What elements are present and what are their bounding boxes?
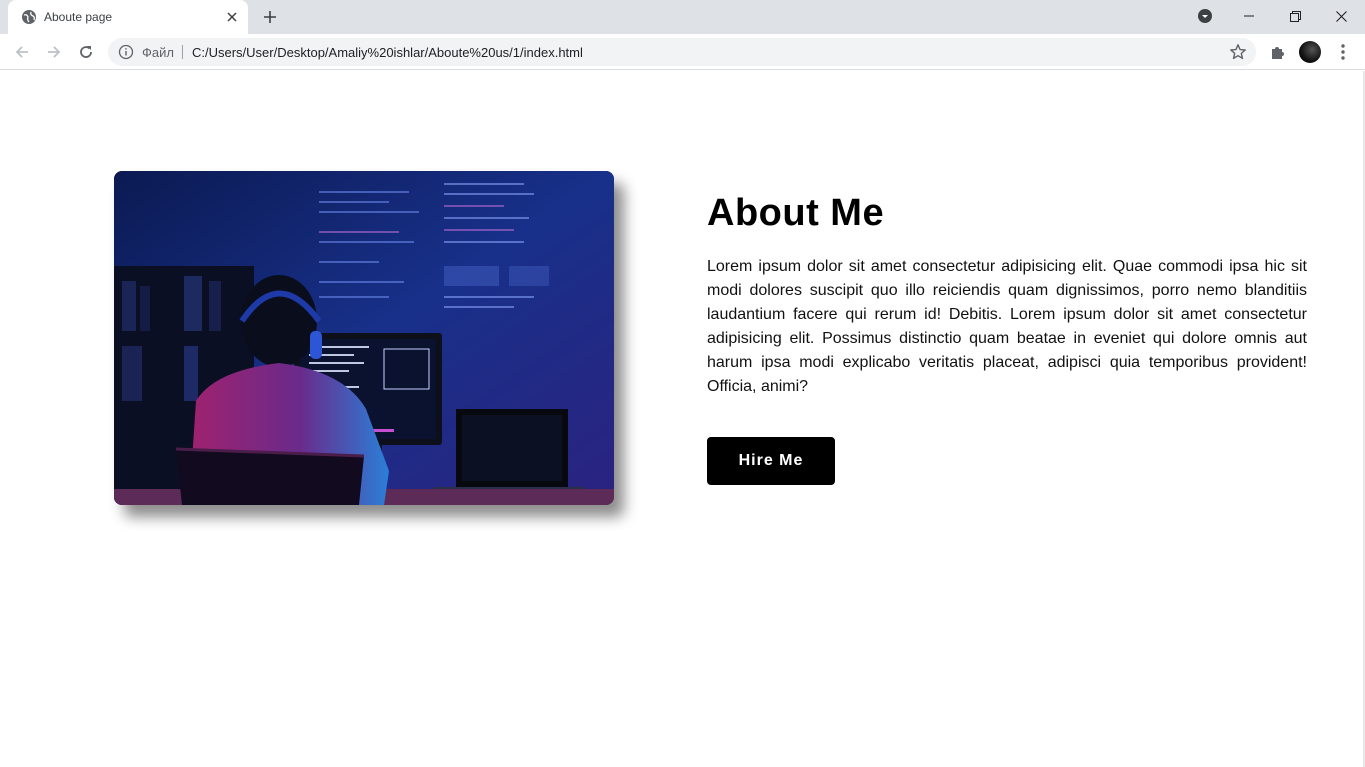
tab-strip: Aboute page <box>0 0 1365 34</box>
back-arrow-icon[interactable] <box>10 40 34 64</box>
photo-illustration <box>114 171 614 505</box>
extensions-puzzle-icon[interactable] <box>1268 42 1288 62</box>
close-window-icon[interactable] <box>1318 0 1364 32</box>
browser-tab[interactable]: Aboute page <box>8 0 248 34</box>
minimize-icon[interactable] <box>1226 0 1272 32</box>
restore-icon[interactable] <box>1272 0 1318 32</box>
browser-toolbar: Файл C:/Users/User/Desktop/Amaliy%20ishl… <box>0 34 1365 70</box>
forward-arrow-icon[interactable] <box>42 40 66 64</box>
tab-title: Aboute page <box>44 10 113 24</box>
developer-photo <box>114 171 614 505</box>
bookmark-star-icon[interactable] <box>1229 43 1247 61</box>
about-section: About Me Lorem ipsum dolor sit amet cons… <box>707 193 1307 485</box>
tab-search-icon[interactable] <box>1182 0 1228 32</box>
new-tab-icon[interactable] <box>260 7 280 27</box>
kebab-menu-icon[interactable] <box>1333 42 1353 62</box>
globe-icon <box>22 10 36 24</box>
close-tab-icon[interactable] <box>224 9 240 25</box>
hire-me-button[interactable]: Hire Me <box>707 437 835 485</box>
url-text[interactable]: C:/Users/User/Desktop/Amaliy%20ishlar/Ab… <box>192 45 583 60</box>
address-bar[interactable]: Файл C:/Users/User/Desktop/Amaliy%20ishl… <box>108 38 1256 66</box>
file-scheme-label: Файл <box>142 45 174 60</box>
omnibox-separator <box>182 45 183 59</box>
profile-avatar[interactable] <box>1299 41 1321 63</box>
info-icon[interactable] <box>118 44 134 60</box>
about-paragraph: Lorem ipsum dolor sit amet consectetur a… <box>707 258 1307 395</box>
reload-icon[interactable] <box>74 40 98 64</box>
about-title: About Me <box>707 192 885 234</box>
page-content: About Me Lorem ipsum dolor sit amet cons… <box>0 71 1365 767</box>
